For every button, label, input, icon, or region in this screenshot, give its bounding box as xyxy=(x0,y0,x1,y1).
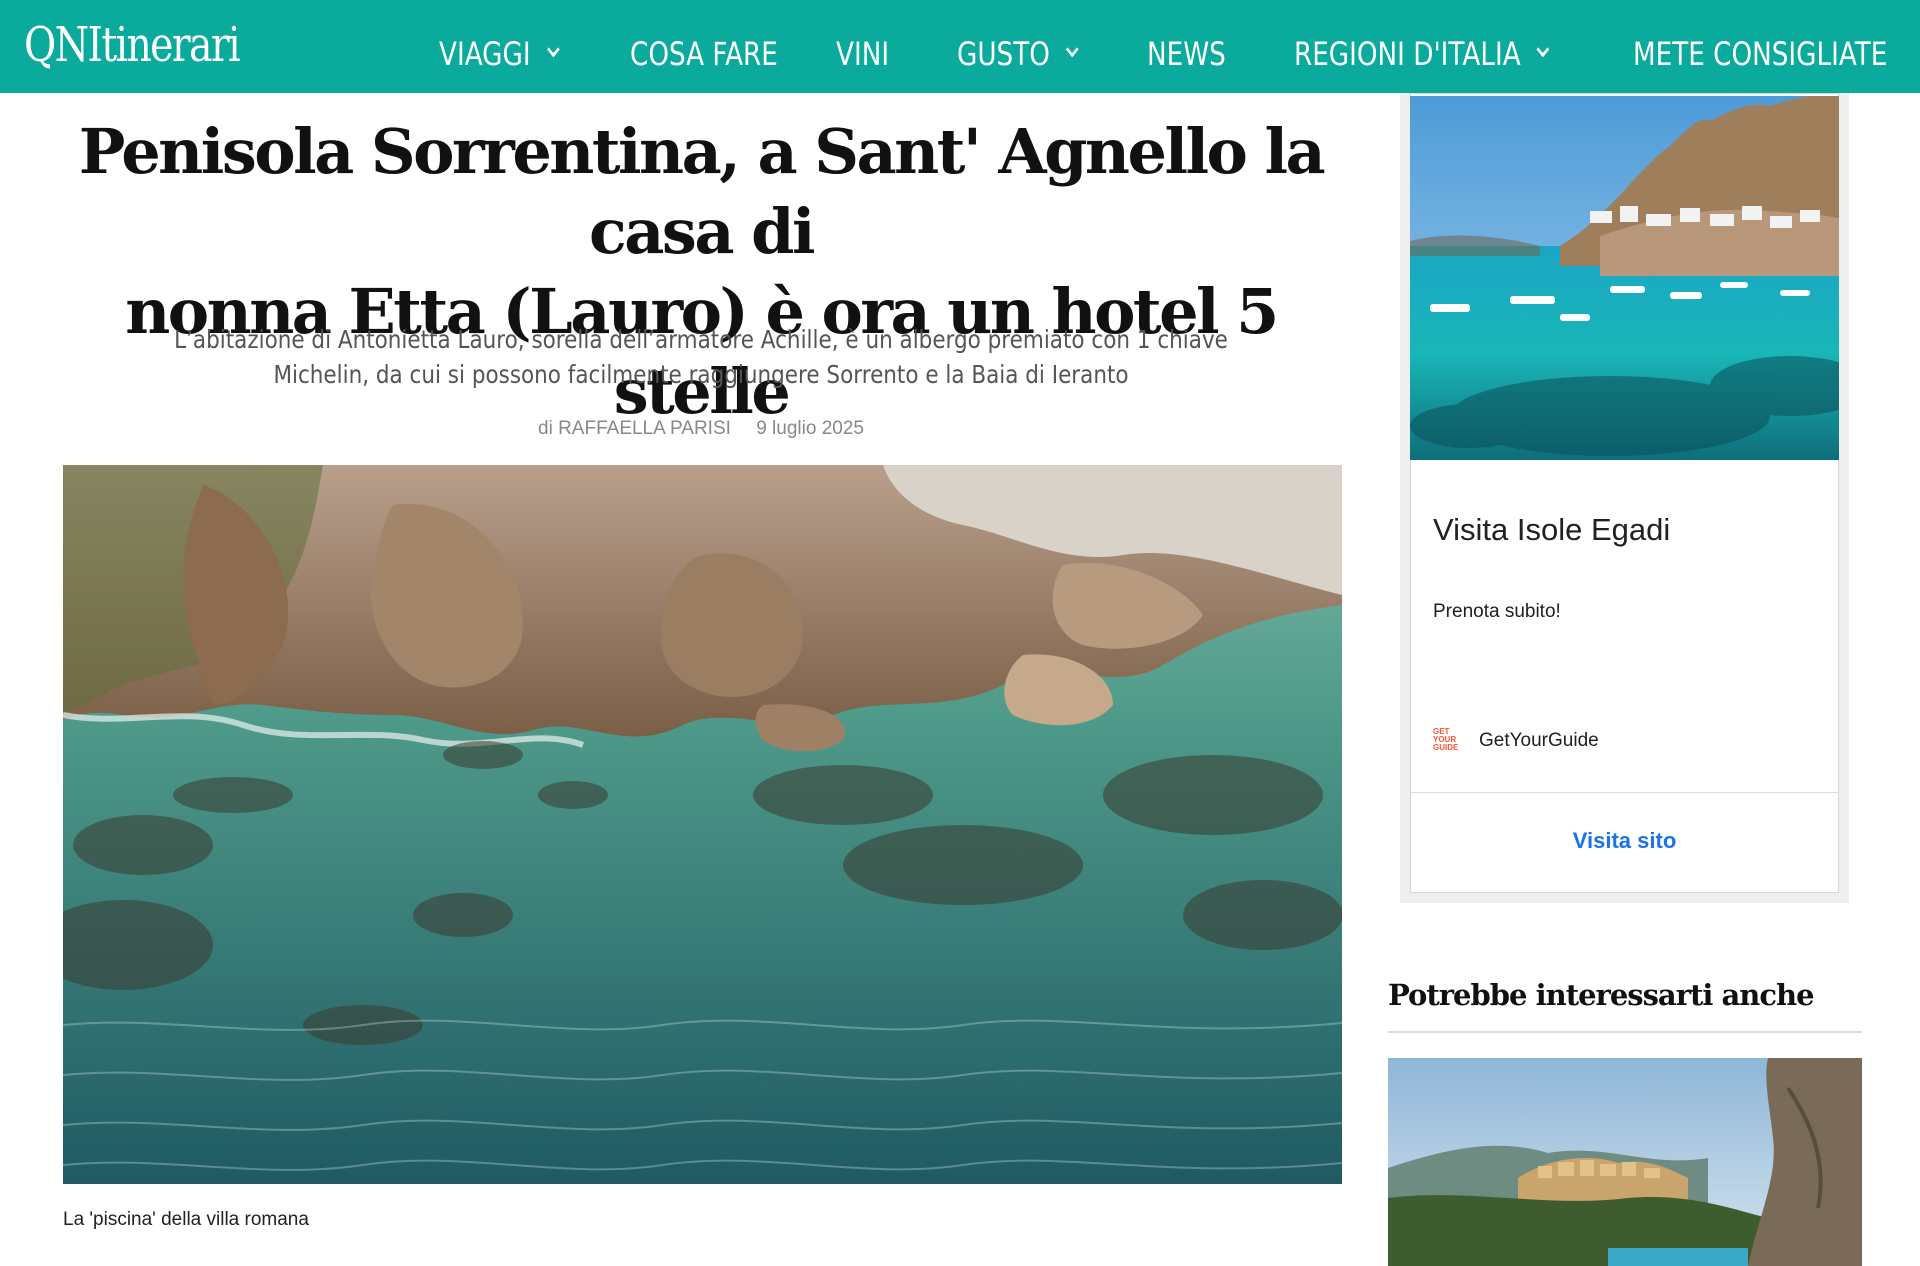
nav-item-label: VIAGGI xyxy=(439,35,531,73)
nav-item-viaggi[interactable]: VIAGGI xyxy=(439,32,560,76)
hero-image-illustration xyxy=(63,465,1342,1184)
related-divider xyxy=(1388,1031,1862,1033)
nav-item-gusto[interactable]: GUSTO xyxy=(957,32,1079,76)
nav-item-vini[interactable]: VINI xyxy=(836,32,889,76)
author-link[interactable]: di RAFFAELLA PARISI xyxy=(538,418,731,439)
publish-date: 9 luglio 2025 xyxy=(756,418,864,439)
article-byline: di RAFFAELLA PARISI 9 luglio 2025 xyxy=(60,418,1342,440)
nav-item-label: VINI xyxy=(836,35,890,73)
nav-item-mete-consigliate[interactable]: METE CONSIGLIATE xyxy=(1633,32,1887,76)
ad-description: Prenota subito! xyxy=(1433,601,1561,622)
ad-brand[interactable]: GetYourGuide xyxy=(1479,730,1599,752)
related-image-illustration xyxy=(1388,1058,1862,1266)
article-subtitle: L’abitazione di Antonietta Lauro, sorell… xyxy=(174,325,1228,389)
nav-item-cosa-fare[interactable]: COSA FARE xyxy=(630,32,778,76)
image-caption: La 'piscina' della villa romana xyxy=(63,1209,309,1230)
nav-item-regioni[interactable]: REGIONI D'ITALIA xyxy=(1294,32,1550,76)
related-section-title: Potrebbe interessarti anche xyxy=(1388,978,1815,1012)
chevron-down-icon xyxy=(1066,41,1079,57)
nav-item-label: COSA FARE xyxy=(630,35,778,73)
headline-line-1: Penisola Sorrentina, a Sant' Agnello la … xyxy=(78,115,1326,268)
site-logo[interactable]: QNItinerari xyxy=(24,14,241,76)
nav-item-label: REGIONI D'ITALIA xyxy=(1294,35,1521,73)
getyourguide-logo-icon: GET YOUR GUIDE xyxy=(1433,727,1459,752)
chevron-down-icon xyxy=(546,41,560,57)
top-navigation-bar: QNItinerari VIAGGI COSA FARE VINI GUSTO … xyxy=(0,0,1920,93)
hero-image xyxy=(63,465,1342,1184)
ad-image[interactable] xyxy=(1410,96,1839,460)
nav-item-label: METE CONSIGLIATE xyxy=(1633,35,1888,73)
nav-item-label: GUSTO xyxy=(957,35,1050,73)
ad-divider xyxy=(1410,792,1839,793)
related-article-image[interactable] xyxy=(1388,1058,1862,1266)
chevron-down-icon xyxy=(1536,41,1550,57)
ad-image-illustration xyxy=(1410,96,1839,460)
ad-title[interactable]: Visita Isole Egadi xyxy=(1433,512,1670,548)
nav-item-news[interactable]: NEWS xyxy=(1147,32,1226,76)
ad-visit-site-button[interactable]: Visita sito xyxy=(1410,828,1839,854)
nav-item-label: NEWS xyxy=(1147,35,1226,73)
